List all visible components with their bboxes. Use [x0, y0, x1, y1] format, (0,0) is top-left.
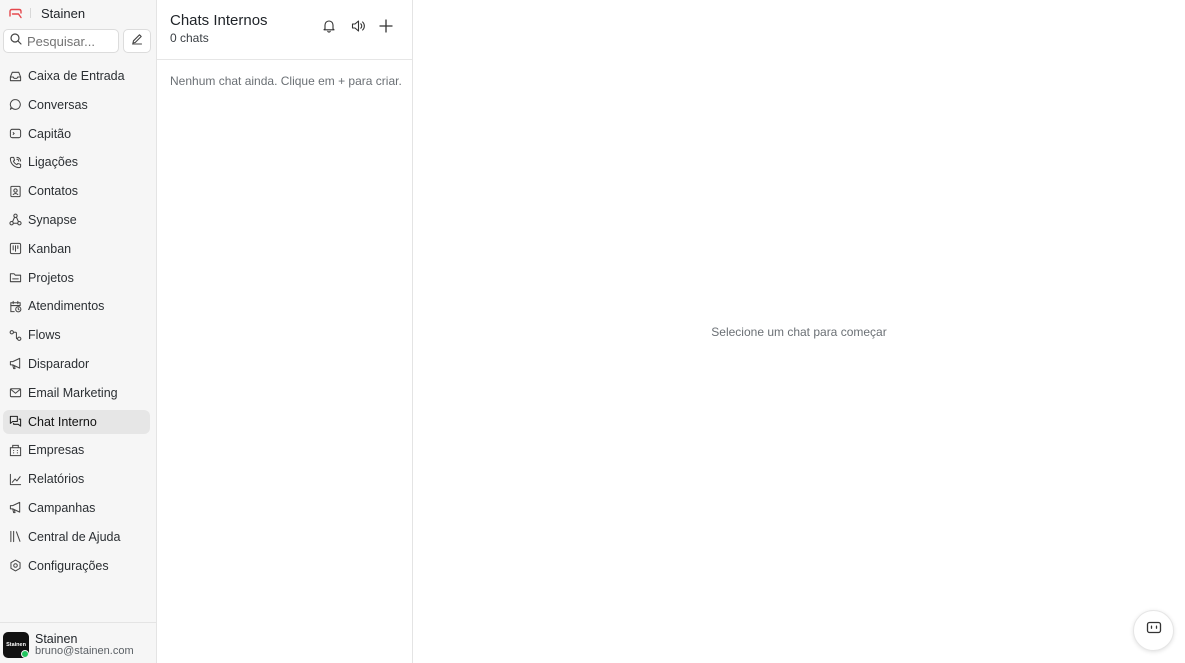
sidebar-item-label: Relatórios — [28, 472, 85, 487]
messages-square-icon — [8, 415, 22, 429]
library-icon — [8, 530, 22, 544]
search-row — [3, 29, 151, 53]
megaphone-icon — [8, 357, 22, 371]
folder-icon — [8, 271, 22, 285]
brand-divider — [30, 8, 31, 18]
sidebar-item-label: Conversas — [28, 97, 88, 112]
sidebar-item-configuracoes[interactable]: Configurações — [3, 554, 150, 578]
sidebar-item-label: Capitão — [28, 126, 72, 141]
sound-button[interactable] — [348, 18, 368, 38]
kanban-icon — [8, 242, 22, 256]
mail-icon — [8, 386, 22, 400]
chat-list-header: Chats Internos 0 chats — [157, 0, 412, 60]
compose-button[interactable] — [123, 29, 151, 53]
sidebar-item-label: Atendimentos — [28, 299, 105, 314]
network-icon — [8, 213, 22, 227]
chat-list-panel: Chats Internos 0 chats Nenhum chat ainda… — [157, 0, 413, 663]
empty-chat-message: Selecione um chat para começar — [711, 325, 887, 339]
new-chat-button[interactable] — [376, 18, 396, 38]
sidebar-item-campanhas[interactable]: Campanhas — [3, 496, 150, 520]
bell-icon — [322, 19, 336, 38]
user-email: bruno@stainen.com — [35, 645, 134, 657]
sidebar-item-label: Projetos — [28, 270, 74, 285]
sidebar-item-label: Contatos — [28, 184, 79, 199]
brand: Stainen — [8, 5, 85, 21]
sidebar-item-central-de-ajuda[interactable]: Central de Ajuda — [3, 525, 150, 549]
phone-icon — [8, 155, 22, 169]
sidebar-item-label: Ligações — [28, 155, 79, 170]
notifications-button[interactable] — [319, 18, 339, 38]
sidebar-item-synapse[interactable]: Synapse — [3, 208, 150, 232]
message-circle-icon — [8, 98, 22, 112]
empty-chat-list-message: Nenhum chat ainda. Clique em + para cria… — [170, 74, 402, 88]
user-profile[interactable]: Stainen Stainen bruno@stainen.com — [0, 622, 156, 663]
sidebar-item-label: Central de Ajuda — [28, 529, 121, 544]
bot-chat-icon — [1146, 621, 1162, 640]
search-input[interactable] — [27, 33, 115, 49]
page-title: Chats Internos — [170, 12, 268, 29]
volume-icon — [351, 19, 366, 38]
user-name: Stainen — [35, 632, 78, 646]
settings-icon — [8, 559, 22, 573]
sidebar-item-label: Campanhas — [28, 500, 96, 515]
sidebar-item-capitao[interactable]: Capitão — [3, 122, 150, 146]
search-icon — [10, 32, 22, 50]
sidebar-item-contatos[interactable]: Contatos — [3, 179, 150, 203]
sidebar-item-conversas[interactable]: Conversas — [3, 93, 150, 117]
assistant-fab-button[interactable] — [1133, 610, 1174, 651]
sidebar-item-chat-interno[interactable]: Chat Interno — [3, 409, 150, 434]
sidebar-item-atendimentos[interactable]: Atendimentos — [3, 294, 150, 318]
sidebar-item-kanban[interactable]: Kanban — [3, 237, 150, 261]
sidebar: Stainen Caixa de Entrada Conversas — [0, 0, 157, 663]
sidebar-item-label: Kanban — [28, 241, 72, 256]
sidebar-item-projetos[interactable]: Projetos — [3, 266, 150, 290]
sidebar-item-empresas[interactable]: Empresas — [3, 438, 150, 462]
building-icon — [8, 443, 22, 457]
flow-icon — [8, 328, 22, 342]
bot-card-icon — [8, 127, 22, 141]
sidebar-item-label: Email Marketing — [28, 385, 118, 400]
sidebar-item-relatorios[interactable]: Relatórios — [3, 467, 150, 491]
chat-main-area: Selecione um chat para começar — [413, 0, 1185, 663]
brand-name: Stainen — [41, 5, 86, 21]
sidebar-item-label: Configurações — [28, 558, 109, 573]
sidebar-item-label: Chat Interno — [28, 414, 97, 429]
plus-icon — [379, 18, 393, 38]
sidebar-item-email-marketing[interactable]: Email Marketing — [3, 381, 150, 405]
sidebar-item-label: Disparador — [28, 356, 90, 371]
pencil-icon — [131, 32, 143, 50]
online-status-indicator — [21, 650, 29, 658]
sidebar-item-label: Empresas — [28, 443, 85, 458]
inbox-icon — [8, 69, 22, 83]
chart-line-icon — [8, 472, 22, 486]
search-box[interactable] — [3, 29, 119, 53]
sidebar-nav: Caixa de Entrada Conversas Capitão Ligaç… — [3, 64, 150, 582]
chat-count: 0 chats — [170, 31, 209, 45]
sidebar-item-flows[interactable]: Flows — [3, 323, 150, 347]
sidebar-item-ligacoes[interactable]: Ligações — [3, 150, 150, 174]
sidebar-item-label: Caixa de Entrada — [28, 69, 125, 83]
brand-logo-icon — [8, 6, 22, 20]
sidebar-item-label: Synapse — [28, 212, 77, 227]
calendar-clock-icon — [8, 299, 22, 313]
megaphone-icon — [8, 501, 22, 515]
sidebar-item-label: Flows — [28, 328, 61, 343]
contact-icon — [8, 184, 22, 198]
sidebar-item-disparador[interactable]: Disparador — [3, 352, 150, 376]
sidebar-item-caixa-de-entrada[interactable]: Caixa de Entrada — [3, 64, 150, 88]
